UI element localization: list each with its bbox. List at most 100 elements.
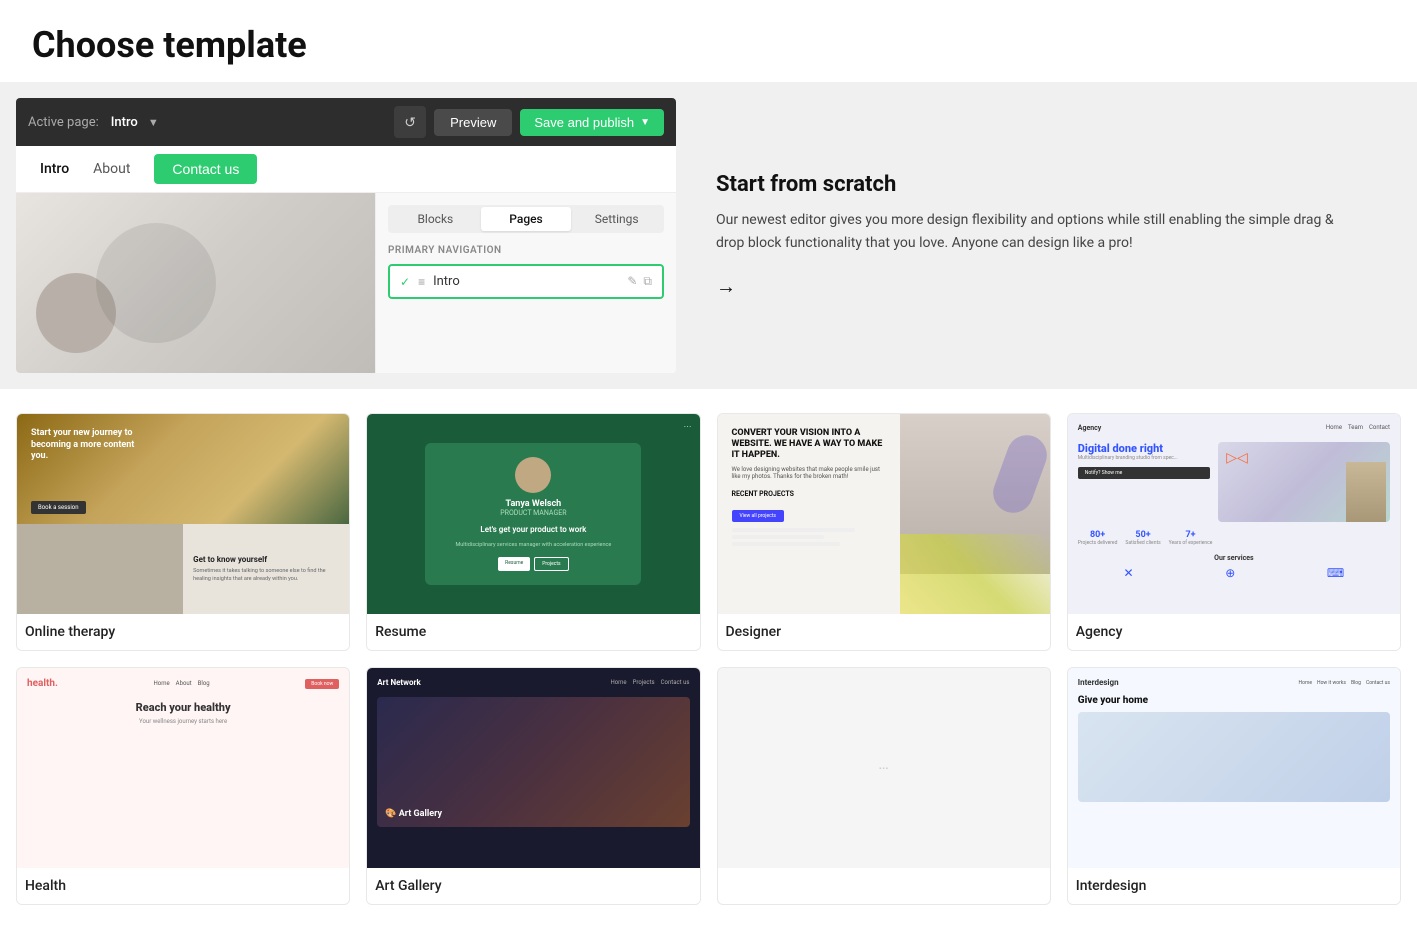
active-page-dropdown-icon: ▼ xyxy=(148,116,159,129)
ag-nav: Agency Home Team Contact xyxy=(1078,424,1390,432)
ot-cta-btn: Book a session xyxy=(31,501,86,514)
ag-hero-sub: Multidisciplinary branding studio from s… xyxy=(1078,455,1211,461)
health-brand: health. xyxy=(27,678,58,689)
editor-nav: Intro About Contact us xyxy=(16,146,676,193)
ot-bottom-image xyxy=(17,524,183,614)
des-bar-2 xyxy=(732,535,825,539)
des-inner: CONVERT YOUR VISION INTO A WEBSITE. WE H… xyxy=(718,414,1050,614)
art-hero-image: 🎨 Art Gallery xyxy=(377,697,689,827)
preview-button[interactable]: Preview xyxy=(434,109,512,136)
ag-icon-2: ⊕ xyxy=(1225,566,1235,580)
health-cta: Book now xyxy=(305,679,339,689)
art-overlay-text: 🎨 Art Gallery xyxy=(385,809,442,819)
art-nav-contact: Contact us xyxy=(661,679,690,686)
art-nav-links: Home Projects Contact us xyxy=(610,679,689,686)
template-thumb-interdesign: Interdesign Home How it works Blog Conta… xyxy=(1068,668,1400,868)
art-nav-home: Home xyxy=(610,679,626,686)
ag-hero-heading: Digital done right xyxy=(1078,442,1211,455)
ag-hero-image: ▷◁ xyxy=(1218,442,1390,522)
page-copy-icon[interactable]: ⧉ xyxy=(643,274,652,289)
editor-panel: Blocks Pages Settings PRIMARY NAVIGATION… xyxy=(16,193,676,373)
des-view-btn: View all projects xyxy=(732,510,784,522)
res-name: Tanya Welsch xyxy=(506,499,562,509)
template-card-blank[interactable]: ··· xyxy=(717,667,1051,905)
template-label-interdesign: Interdesign xyxy=(1068,868,1400,904)
res-inner: Tanya Welsch PRODUCT MANAGER Let's get y… xyxy=(367,414,699,614)
editor-tabs: Blocks Pages Settings xyxy=(388,205,664,233)
ot-bottom-body: Sometimes it takes talking to someone el… xyxy=(193,568,339,583)
health-nav-blog: Blog xyxy=(198,680,210,687)
ag-stat-label-1: Projects delivered xyxy=(1078,540,1118,546)
blank-thumb-content: ··· xyxy=(718,668,1050,868)
tab-pages[interactable]: Pages xyxy=(481,207,572,231)
template-label-online-therapy: Online therapy xyxy=(17,614,349,650)
template-thumb-agency: Agency Home Team Contact Digital done ri… xyxy=(1068,414,1400,614)
ag-stat-1: 80+ Projects delivered xyxy=(1078,530,1118,546)
page-header: Choose template xyxy=(0,0,1417,82)
primary-nav-label: PRIMARY NAVIGATION xyxy=(388,245,664,256)
ag-icon-1: ✕ xyxy=(1124,566,1134,580)
history-button[interactable]: ↺ xyxy=(394,106,426,138)
res-tagline: Let's get your product to work xyxy=(480,525,586,534)
res-job-title: PRODUCT MANAGER xyxy=(500,509,566,517)
ag-stats: 80+ Projects delivered 50+ Satisfied cli… xyxy=(1078,530,1390,546)
inter-heading: Give your home xyxy=(1078,695,1390,706)
scratch-text: Our newest editor gives you more design … xyxy=(716,209,1361,254)
nav-cta-contact[interactable]: Contact us xyxy=(154,154,257,184)
template-card-online-therapy[interactable]: Start your new journey to becoming a mor… xyxy=(16,413,350,651)
template-card-resume[interactable]: Tanya Welsch PRODUCT MANAGER Let's get y… xyxy=(366,413,700,651)
template-thumb-resume: Tanya Welsch PRODUCT MANAGER Let's get y… xyxy=(367,414,699,614)
template-card-designer[interactable]: CONVERT YOUR VISION INTO A WEBSITE. WE H… xyxy=(717,413,1051,651)
scratch-arrow-icon[interactable]: → xyxy=(716,274,1361,299)
res-desc: Multidisciplinary services manager with … xyxy=(455,542,611,550)
des-heading: CONVERT YOUR VISION INTO A WEBSITE. WE H… xyxy=(732,428,887,460)
templates-section: Start your new journey to becoming a mor… xyxy=(0,389,1417,945)
editor-page-row[interactable]: ✓ ≡ Intro ✎ ⧉ xyxy=(388,264,664,299)
nav-item-about[interactable]: About xyxy=(93,157,130,181)
inter-nav-blog: Blog xyxy=(1351,680,1361,686)
page-edit-icon[interactable]: ✎ xyxy=(627,274,637,289)
ag-nav-home: Home xyxy=(1326,424,1342,432)
ag-stat-2: 50+ Satisfied clients xyxy=(1125,530,1160,546)
ag-stat-num-1: 80+ xyxy=(1078,530,1118,540)
nav-item-intro[interactable]: Intro xyxy=(40,157,69,181)
art-nav: Art Network Home Projects Contact us xyxy=(377,678,689,687)
ag-stat-label-3: Years of experience xyxy=(1169,540,1213,546)
art-brand: Art Network xyxy=(377,678,420,687)
template-card-interdesign[interactable]: Interdesign Home How it works Blog Conta… xyxy=(1067,667,1401,905)
template-card-agency[interactable]: Agency Home Team Contact Digital done ri… xyxy=(1067,413,1401,651)
res-btn-projects: Projects xyxy=(534,557,568,571)
scratch-description-card: Start from scratch Our newest editor giv… xyxy=(676,98,1401,373)
ot-bottom-text: Get to know yourself Sometimes it takes … xyxy=(183,547,349,591)
res-card: Tanya Welsch PRODUCT MANAGER Let's get y… xyxy=(425,443,641,586)
templates-grid-row2: health. Home About Blog Book now Reach y… xyxy=(16,667,1401,905)
health-nav-home: Home xyxy=(154,680,170,687)
ot-bottom: Get to know yourself Sometimes it takes … xyxy=(17,524,349,614)
page-actions: ✎ ⧉ xyxy=(627,274,652,289)
inter-hero-image xyxy=(1078,712,1390,802)
des-bar-1 xyxy=(732,528,856,532)
tab-blocks[interactable]: Blocks xyxy=(390,207,481,231)
inter-nav-home: Home xyxy=(1299,680,1312,686)
inter-nav-how: How it works xyxy=(1317,680,1346,686)
tab-settings[interactable]: Settings xyxy=(571,207,662,231)
inter-brand: Interdesign xyxy=(1078,678,1119,687)
template-card-health[interactable]: health. Home About Blog Book now Reach y… xyxy=(16,667,350,905)
ag-services-title: Our services xyxy=(1078,554,1390,562)
health-sub: Your wellness journey starts here xyxy=(27,718,339,725)
template-label-blank xyxy=(718,868,1050,888)
template-card-art-gallery[interactable]: Art Network Home Projects Contact us 🎨 A… xyxy=(366,667,700,905)
ag-service-icons: ✕ ⊕ ⌨ xyxy=(1078,566,1390,580)
blank-thumb-text: ··· xyxy=(879,762,889,775)
save-publish-label: Save and publish xyxy=(534,115,634,130)
ag-person-shape xyxy=(1346,462,1386,522)
template-label-resume: Resume xyxy=(367,614,699,650)
res-btn-resume: Resume xyxy=(498,557,530,571)
ot-hero: Start your new journey to becoming a mor… xyxy=(17,414,349,524)
health-nav: health. Home About Blog Book now xyxy=(27,678,339,689)
save-publish-button[interactable]: Save and publish ▼ xyxy=(520,109,664,136)
art-nav-projects: Projects xyxy=(633,679,655,686)
ag-stat-num-2: 50+ xyxy=(1125,530,1160,540)
ag-nav-links: Home Team Contact xyxy=(1326,424,1390,432)
ag-stat-num-3: 7+ xyxy=(1169,530,1213,540)
